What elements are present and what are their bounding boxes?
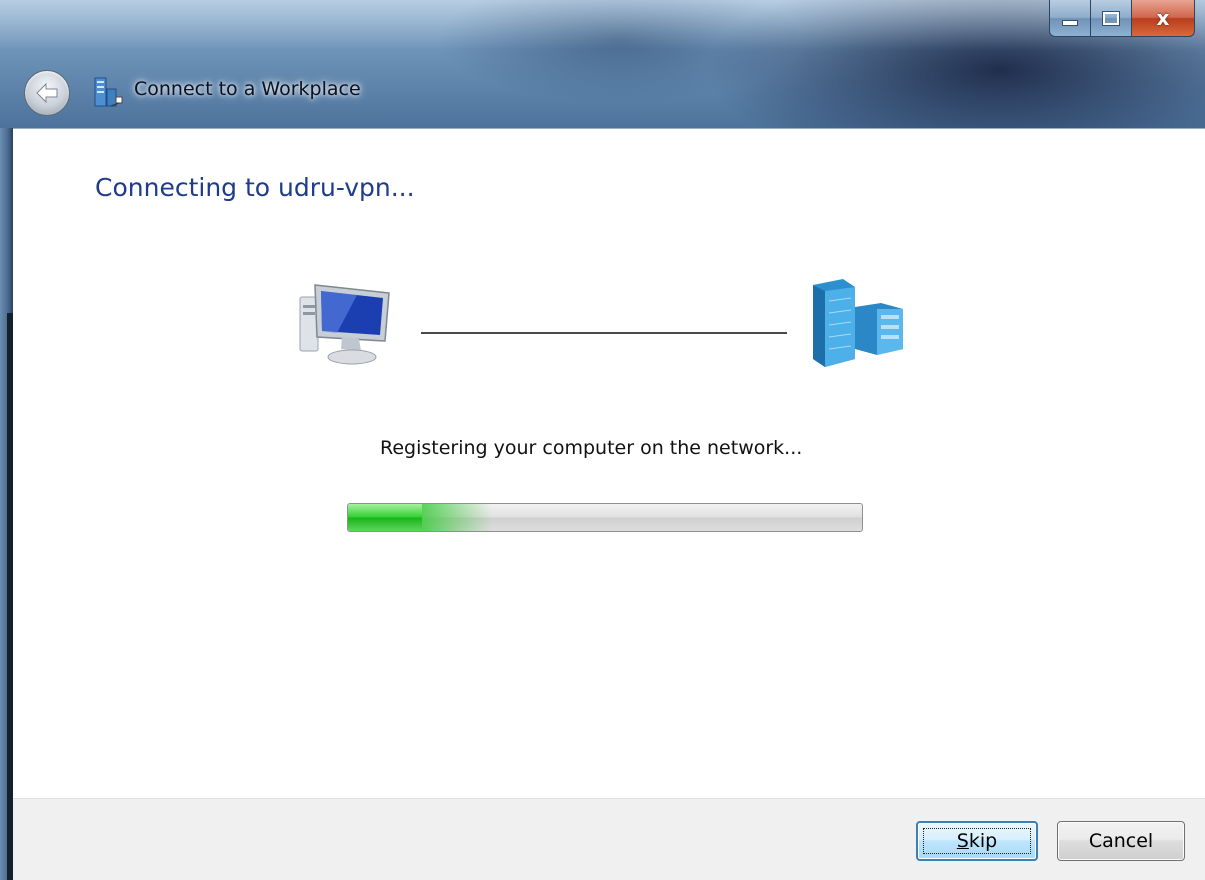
- maximize-button[interactable]: [1091, 0, 1132, 37]
- page-title: Connecting to udru-vpn...: [95, 173, 415, 202]
- caption-buttons: x: [1049, 0, 1195, 38]
- focus-rectangle: [923, 828, 1031, 854]
- corporate-server-icon: [813, 279, 903, 367]
- progress-bar: [347, 503, 863, 532]
- computer-icon: [299, 284, 390, 365]
- connect-workplace-window: x Connect to a Workplace Connecting to u…: [0, 0, 1205, 880]
- status-message: Registering your computer on the network…: [380, 437, 803, 459]
- back-arrow-icon: [36, 82, 58, 104]
- cancel-button[interactable]: Cancel: [1057, 821, 1185, 861]
- maximize-icon: [1102, 10, 1120, 26]
- minimize-icon: [1062, 20, 1078, 26]
- workplace-network-icon: [94, 77, 123, 107]
- window-title: Connect to a Workplace: [134, 78, 361, 100]
- progress-fill: [348, 504, 422, 531]
- close-button[interactable]: x: [1132, 0, 1195, 37]
- progress-fill-highlight: [422, 504, 492, 531]
- minimize-button[interactable]: [1049, 0, 1091, 37]
- wizard-footer: Skip Cancel: [13, 798, 1205, 880]
- wizard-content: Connecting to udru-vpn... Registering yo…: [13, 128, 1205, 799]
- skip-button[interactable]: Skip: [916, 821, 1038, 861]
- title-bar-sheen: [0, 0, 1205, 50]
- window-frame-left: [0, 128, 13, 880]
- title-bar[interactable]: x Connect to a Workplace: [0, 0, 1205, 128]
- close-icon: x: [1156, 6, 1170, 30]
- back-button[interactable]: [24, 70, 70, 116]
- connection-line: [421, 332, 787, 334]
